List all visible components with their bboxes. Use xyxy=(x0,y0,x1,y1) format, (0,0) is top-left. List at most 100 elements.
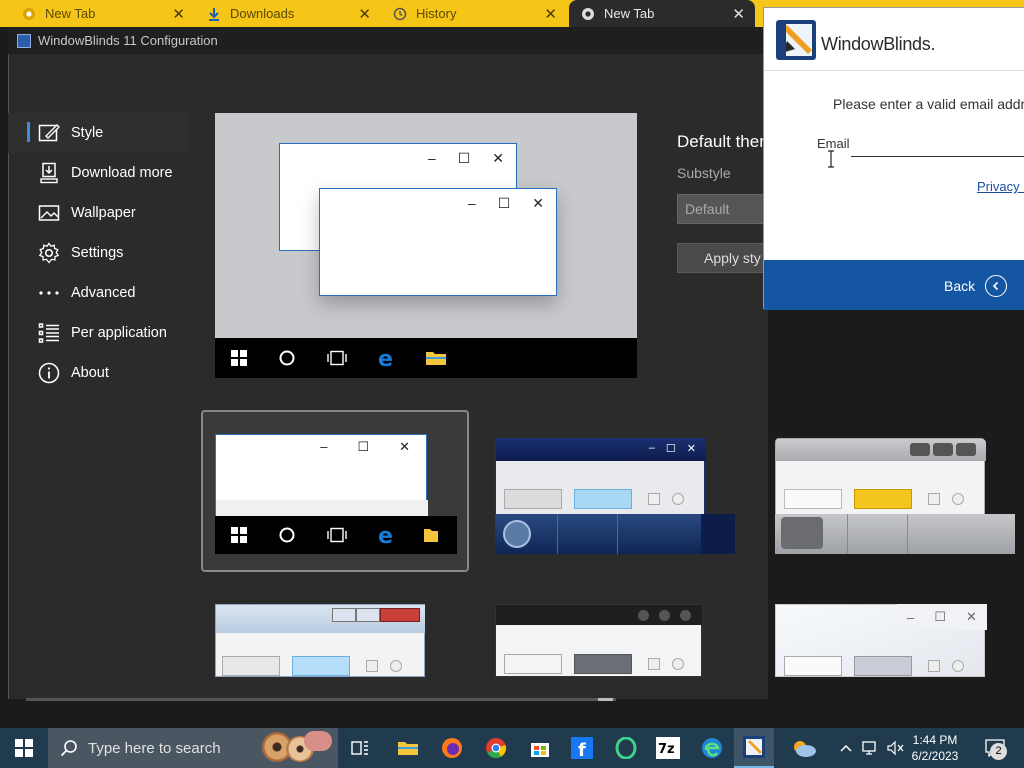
windows-logo-icon xyxy=(231,350,247,366)
pen-icon xyxy=(37,121,61,145)
sidebar-item-label: Per application xyxy=(71,325,167,341)
task-view-button[interactable] xyxy=(340,728,380,768)
windowblinds-logo-icon xyxy=(775,19,817,61)
taskbar-edge[interactable] xyxy=(692,728,732,768)
preview-taskbar: e xyxy=(215,338,637,378)
svg-text:e: e xyxy=(378,347,393,369)
search-highlight-donut-image xyxy=(304,731,332,751)
taskbar-7zip[interactable]: 7z xyxy=(648,728,688,768)
skin-thumbnail-dark[interactable] xyxy=(495,604,702,677)
show-hidden-icons-button[interactable] xyxy=(836,728,856,768)
svg-text:7z: 7z xyxy=(658,742,675,757)
horizontal-scrollbar-thumb[interactable] xyxy=(598,698,613,701)
weather-widget[interactable] xyxy=(786,728,822,768)
skin-thumbnail-blue[interactable]: – ☐ ✕ xyxy=(495,438,735,554)
windowblinds-app-icon xyxy=(17,33,31,48)
dialog-footer: Back xyxy=(764,260,1024,310)
taskbar-file-explorer[interactable] xyxy=(388,728,428,768)
skin-thumbnail-aero[interactable] xyxy=(215,604,425,677)
apply-style-button[interactable]: Apply sty xyxy=(677,243,768,273)
chrome-icon xyxy=(486,738,507,759)
substyle-select[interactable]: Default xyxy=(677,194,768,224)
skin-thumbnail-light[interactable]: – ☐ ✕ xyxy=(775,604,1024,677)
store-icon xyxy=(531,743,549,757)
browser-tab-downloads[interactable]: Downloads ✕ xyxy=(195,0,381,27)
task-view-icon xyxy=(351,741,368,755)
gear-icon xyxy=(37,241,61,265)
7zip-icon: 7z xyxy=(656,737,680,759)
back-label: Back xyxy=(944,278,976,294)
sidebar-nav: Style Download more Wallpaper Settings A… xyxy=(8,113,188,393)
taskbar-search-box[interactable] xyxy=(48,728,338,768)
tab-close-icon[interactable]: ✕ xyxy=(732,5,745,23)
email-label: Email xyxy=(817,136,850,151)
sidebar-item-settings[interactable]: Settings xyxy=(8,233,188,273)
more-dots-icon xyxy=(37,281,61,305)
history-icon xyxy=(393,7,407,21)
text-cursor-icon xyxy=(828,150,834,168)
email-field[interactable] xyxy=(851,132,1024,157)
windowblinds-signin-dialog: WindowBlinds. Please enter a valid email… xyxy=(763,7,1024,310)
clock-time: 1:44 PM xyxy=(912,733,958,747)
back-button[interactable]: Back xyxy=(944,275,1008,297)
window-title: WindowBlinds 11 Configuration xyxy=(38,33,218,48)
browser-tab-new-tab-active[interactable]: New Tab ✕ xyxy=(569,0,755,27)
firefox-icon xyxy=(442,738,462,758)
windows-taskbar: f 7z 1:44 PM 6/2/2023 2 xyxy=(0,728,1024,768)
tab-close-icon[interactable]: ✕ xyxy=(358,5,371,23)
taskbar-clock[interactable]: 1:44 PM 6/2/2023 xyxy=(904,732,966,764)
sidebar-item-per-application[interactable]: Per application xyxy=(8,313,188,353)
sidebar-item-label: About xyxy=(71,365,109,381)
dialog-message: Please enter a valid email addre xyxy=(833,96,1024,112)
browser-tab-new-tab-1[interactable]: New Tab ✕ xyxy=(0,0,195,27)
clock-date: 6/2/2023 xyxy=(911,749,959,763)
sidebar-item-download-more[interactable]: Download more xyxy=(8,153,188,193)
tab-close-icon[interactable]: ✕ xyxy=(544,5,557,23)
sidebar-item-label: Download more xyxy=(71,165,173,181)
taskbar-chrome[interactable] xyxy=(476,728,516,768)
tab-close-icon[interactable]: ✕ xyxy=(172,5,185,23)
window-controls: – ☐ ✕ xyxy=(467,195,544,211)
skin-thumbnail-silver[interactable] xyxy=(775,438,1024,554)
task-view-icon xyxy=(327,350,347,366)
windowblinds-app-icon xyxy=(743,736,765,758)
facebook-icon: f xyxy=(571,737,593,759)
skin-thumbnail-default: – ☐ ✕ e xyxy=(215,434,457,554)
network-button[interactable] xyxy=(860,728,882,768)
volume-button[interactable] xyxy=(884,728,906,768)
horizontal-scrollbar-track[interactable] xyxy=(26,698,616,701)
svg-text:f: f xyxy=(578,740,586,759)
weather-cloud-icon xyxy=(794,741,816,757)
sidebar-item-label: Style xyxy=(71,125,104,141)
search-input[interactable] xyxy=(88,739,258,757)
preview-window-front: – ☐ ✕ xyxy=(319,188,557,296)
windowblinds-config-window: WindowBlinds 11 Configuration Style Down… xyxy=(8,27,1015,701)
taskbar-windowblinds[interactable] xyxy=(734,728,774,768)
image-icon xyxy=(37,201,61,225)
sidebar-item-advanced[interactable]: Advanced xyxy=(8,273,188,313)
taskbar-firefox[interactable] xyxy=(432,728,472,768)
network-icon xyxy=(862,741,876,755)
windows-logo-icon xyxy=(15,739,33,757)
windowblinds-brand-text: WindowBlinds. xyxy=(821,34,936,54)
back-arrow-icon xyxy=(985,275,1008,297)
browser-tab-history[interactable]: History ✕ xyxy=(381,0,567,27)
tab-label: New Tab xyxy=(45,6,96,21)
sidebar-item-style[interactable]: Style xyxy=(8,113,188,153)
sidebar-item-about[interactable]: About xyxy=(8,353,188,393)
chrome-icon xyxy=(581,7,595,21)
start-button[interactable] xyxy=(0,728,48,768)
volume-muted-icon xyxy=(887,740,904,756)
search-icon xyxy=(60,740,77,757)
taskbar-opera[interactable] xyxy=(606,728,646,768)
dialog-header: WindowBlinds. xyxy=(764,8,1024,71)
skin-thumbnail-selected[interactable]: – ☐ ✕ e xyxy=(201,410,469,572)
edge-icon: e xyxy=(378,347,393,369)
file-explorer-icon xyxy=(426,352,446,365)
taskbar-store[interactable] xyxy=(520,728,560,768)
sidebar-item-wallpaper[interactable]: Wallpaper xyxy=(8,193,188,233)
window-controls: – ☐ ✕ xyxy=(427,150,504,166)
taskbar-facebook[interactable]: f xyxy=(562,728,602,768)
download-icon xyxy=(37,161,61,185)
privacy-policy-link[interactable]: Privacy P xyxy=(977,179,1024,194)
